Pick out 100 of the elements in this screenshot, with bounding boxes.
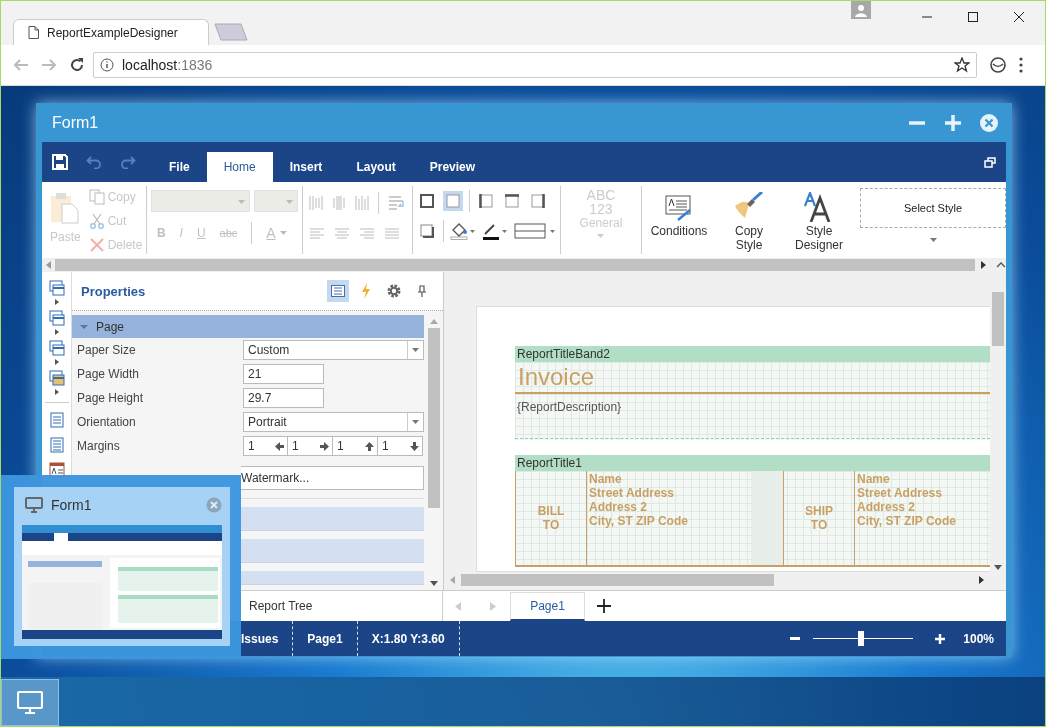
panel-title: Properties (81, 283, 146, 299)
property-dropdown[interactable]: Portrait (243, 412, 424, 432)
scroll-right-icon[interactable] (981, 261, 986, 269)
ribbon-tab[interactable]: File (152, 152, 207, 182)
next-page-icon[interactable] (490, 601, 496, 611)
margin-field[interactable]: 1 (333, 436, 378, 456)
slider-thumb[interactable] (858, 631, 865, 646)
property-label: Orientation (77, 415, 137, 429)
monitor-icon (17, 690, 43, 715)
scroll-left-icon[interactable] (46, 261, 51, 269)
add-page-icon[interactable] (597, 599, 611, 613)
taskbar-button[interactable] (1, 679, 59, 726)
extension-icon[interactable] (989, 56, 1007, 74)
expand-icon[interactable] (54, 299, 59, 305)
caret-icon[interactable] (929, 238, 937, 242)
ribbon-tab[interactable]: Home (206, 152, 273, 182)
collapse-icon[interactable] (996, 262, 1006, 268)
left-arrow-icon (275, 441, 284, 451)
conditions-button[interactable]: Conditions (648, 186, 710, 254)
restore-icon[interactable] (984, 156, 996, 168)
caret-icon (285, 200, 293, 204)
save-icon[interactable] (52, 154, 68, 170)
band-icon[interactable] (48, 370, 65, 386)
band-icon[interactable] (48, 340, 65, 356)
rich-text-icon[interactable] (48, 437, 65, 453)
close-icon[interactable] (1013, 11, 1025, 23)
scroll-down-icon[interactable] (430, 581, 438, 586)
button-label: Conditions (650, 224, 708, 238)
address-line: Address 2 (589, 500, 648, 514)
ribbon-scrollbar[interactable] (42, 258, 1006, 272)
page-icon (28, 26, 39, 39)
status-text: X:1.80 Y:3.60 (357, 621, 460, 656)
line-style-icon[interactable] (513, 222, 556, 240)
copy-style-button[interactable]: Copy Style (718, 186, 780, 254)
border-color-icon[interactable] (481, 222, 508, 240)
list-view-button[interactable] (327, 280, 349, 302)
band-header: ReportTitle1 (515, 455, 990, 471)
window-preview[interactable]: Form1 (1, 475, 241, 659)
copy-icon (88, 189, 105, 205)
ribbon-tab[interactable]: Layout (339, 152, 413, 182)
expand-icon[interactable] (54, 389, 59, 395)
bill-to-label: BILL TO (536, 504, 566, 532)
address-line: Street Address (857, 486, 942, 500)
property-field[interactable]: 21 (243, 364, 324, 384)
lightning-icon (361, 283, 371, 299)
star-icon[interactable] (954, 57, 970, 73)
property-dropdown[interactable]: Custom (243, 340, 424, 360)
new-tab-button[interactable] (213, 23, 249, 41)
band-header: ReportTitleBand2 (515, 346, 990, 362)
status-text: Page1 (293, 621, 358, 656)
watermark-button[interactable]: Watermark... (241, 466, 424, 490)
menu-icon[interactable] (1019, 57, 1023, 73)
fill-color-icon[interactable] (449, 222, 476, 240)
margin-field[interactable]: 1 (288, 436, 333, 456)
scroll-thumb[interactable] (992, 292, 1004, 346)
window-title: Form1 (52, 113, 99, 132)
band-icon[interactable] (48, 310, 65, 326)
address-line: Name (857, 472, 890, 486)
panel-tab[interactable]: Report Tree (241, 591, 321, 621)
property-label: Page Width (77, 367, 141, 381)
style-picker[interactable]: Select Style (860, 188, 1006, 228)
word-wrap-icon[interactable] (387, 195, 406, 211)
button-label: Style Designer (795, 224, 843, 252)
back-icon[interactable] (13, 58, 29, 72)
property-field[interactable]: 29.7 (243, 388, 324, 408)
address-line: Street Address (589, 486, 674, 500)
preview-title: Form1 (51, 497, 92, 513)
scroll-up-icon[interactable] (430, 319, 438, 324)
zoom-in-icon[interactable] (935, 633, 946, 644)
browser-tab[interactable]: ReportExampleDesigner (13, 19, 209, 45)
undo-icon[interactable] (86, 155, 102, 169)
pin-icon (418, 285, 426, 297)
info-icon (100, 58, 114, 72)
text-icon[interactable] (48, 412, 65, 428)
maximize-icon[interactable] (967, 11, 979, 23)
description-field: {ReportDescription} (517, 400, 622, 414)
margin-field[interactable]: 1 (243, 436, 288, 456)
ribbon-tab[interactable]: Preview (412, 152, 493, 182)
scroll-down-icon[interactable] (994, 565, 1002, 570)
style-designer-button[interactable]: Style Designer (788, 186, 850, 254)
margin-field[interactable]: 1 (378, 436, 423, 456)
band-icon[interactable] (48, 280, 65, 296)
zoom-out-icon[interactable] (790, 637, 801, 640)
previous-page-icon[interactable] (455, 601, 461, 611)
collapse-caret-icon (80, 323, 88, 330)
ship-to-label: SHIP TO (804, 504, 834, 532)
redo-icon[interactable] (120, 155, 136, 169)
reload-icon[interactable] (69, 57, 85, 73)
expand-icon[interactable] (54, 359, 59, 365)
scroll-right-icon[interactable] (979, 576, 984, 584)
section-header[interactable]: Page (72, 315, 424, 338)
delete-icon (88, 237, 105, 253)
forward-icon[interactable] (41, 58, 57, 72)
user-icon[interactable] (851, 1, 871, 19)
clipboard-icon (50, 192, 81, 224)
scroll-left-icon[interactable] (450, 576, 455, 584)
ribbon-tab[interactable]: Insert (272, 152, 340, 182)
expand-icon[interactable] (54, 329, 59, 335)
address-field[interactable]: localhost:1836 (93, 52, 977, 78)
url-text: localhost:1836 (122, 57, 213, 73)
